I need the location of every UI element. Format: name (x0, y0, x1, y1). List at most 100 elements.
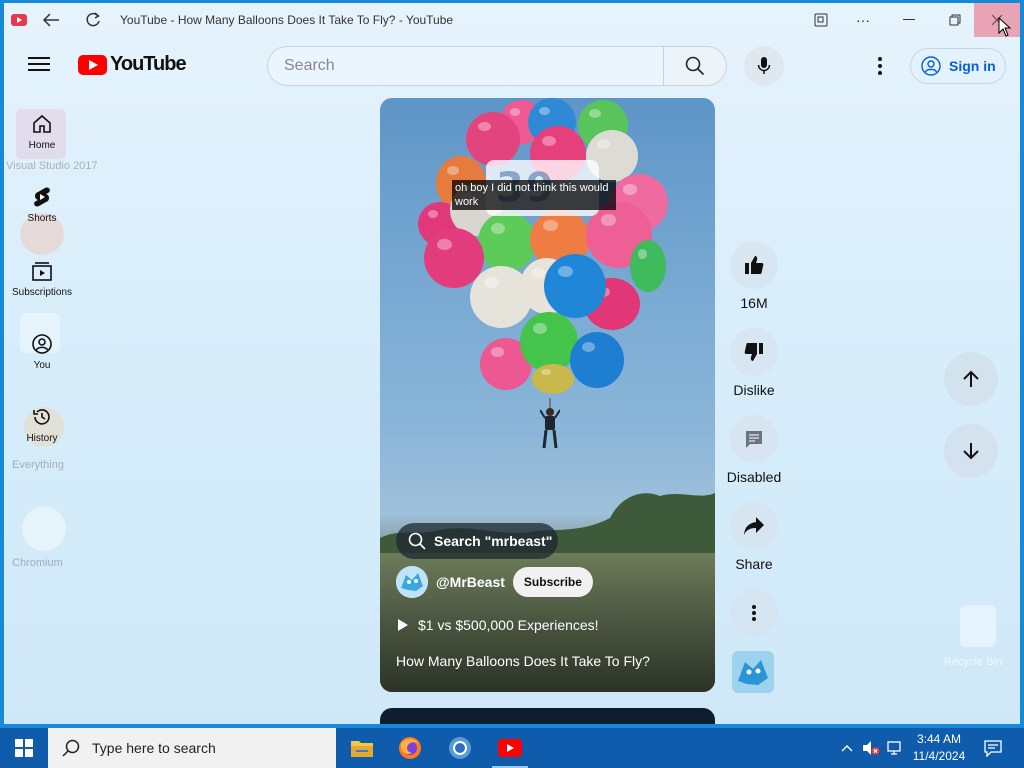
search-suggestion-chip[interactable]: Search "mrbeast" (396, 523, 558, 559)
title-bar: YouTube - How Many Balloons Does It Take… (4, 3, 1020, 37)
hamburger-menu-icon[interactable] (28, 53, 50, 75)
dislike-button[interactable] (730, 328, 778, 376)
taskbar-file-explorer[interactable] (338, 728, 386, 768)
ghost-label: Everything (12, 459, 64, 471)
sidebar-item-history[interactable]: History (4, 406, 80, 444)
taskbar-youtube[interactable] (486, 728, 534, 768)
like-action: 16M (722, 241, 786, 311)
chevron-up-icon (841, 745, 853, 752)
balloon (630, 240, 666, 292)
chromium-icon (449, 737, 471, 759)
history-icon (33, 409, 50, 425)
search-icon (408, 532, 426, 550)
comments-button[interactable] (730, 415, 778, 463)
search-input[interactable] (268, 47, 663, 85)
app-available-icon[interactable] (798, 3, 844, 37)
minimize-button[interactable] (886, 3, 932, 37)
mrbeast-logo-icon (396, 566, 428, 598)
youtube-play-icon (78, 54, 107, 75)
balloon (544, 254, 606, 318)
more-action (722, 589, 786, 637)
settings-more-icon[interactable]: ··· (840, 3, 886, 37)
search-bar (267, 46, 727, 86)
channel-avatar[interactable] (396, 566, 428, 598)
taskbar-clock[interactable]: 3:44 AM 11/4/2024 (906, 731, 972, 765)
channel-row: @MrBeast Subscribe (396, 566, 593, 598)
volume-muted-tray[interactable] (860, 728, 882, 768)
search-icon (62, 739, 80, 757)
browser-window: YouTube - How Many Balloons Does It Take… (0, 0, 1024, 728)
comments-action: Disabled (722, 415, 786, 485)
refresh-icon[interactable] (84, 11, 102, 29)
previous-short-button[interactable] (944, 352, 998, 406)
youtube-header: YouTube Sign in (4, 37, 1020, 95)
ghost-label: Chromium (12, 557, 63, 569)
mouse-cursor-icon (998, 17, 1012, 37)
related-video-link[interactable]: $1 vs $500,000 Experiences! (398, 617, 599, 633)
balloon (466, 112, 520, 166)
taskbar-chromium[interactable] (436, 728, 484, 768)
sidebar-item-shorts[interactable]: Shorts (4, 186, 80, 224)
like-button[interactable] (730, 241, 778, 289)
more-options-icon[interactable] (868, 54, 892, 78)
audio-source-avatar[interactable] (732, 651, 774, 693)
mrbeast-logo-icon (732, 651, 774, 693)
person-figure (540, 398, 560, 449)
balloon (570, 332, 624, 388)
short-title[interactable]: How Many Balloons Does It Take To Fly? (396, 653, 650, 669)
next-short-preview[interactable] (380, 708, 715, 724)
network-icon (887, 741, 901, 755)
sign-in-button[interactable]: Sign in (910, 48, 1006, 84)
search-icon (685, 56, 705, 76)
taskbar: Type here to search 3:44 AM 11/4/2024 (0, 728, 1024, 768)
shorts-icon (34, 187, 50, 207)
thumbs-down-icon (744, 343, 763, 361)
share-icon (744, 517, 764, 535)
home-icon (33, 114, 51, 133)
next-short-button[interactable] (944, 424, 998, 478)
dislike-action: Dislike (722, 328, 786, 398)
arrow-up-icon (963, 370, 979, 387)
thumbs-up-icon (745, 256, 764, 274)
vertical-dots-icon (752, 605, 756, 621)
firefox-icon (399, 737, 421, 759)
sidebar-item-home[interactable]: Home (4, 113, 80, 151)
start-button[interactable] (0, 728, 48, 768)
restore-button[interactable] (932, 3, 978, 37)
show-hidden-icons[interactable] (838, 728, 856, 768)
speaker-muted-icon (863, 741, 880, 755)
search-button[interactable] (663, 47, 726, 85)
back-arrow-icon[interactable] (42, 11, 60, 29)
balloon (532, 364, 574, 394)
youtube-logo[interactable]: YouTube (78, 53, 187, 76)
arrow-down-icon (963, 443, 979, 460)
youtube-app-icon (498, 739, 522, 757)
ghost-recycle-bin-icon (960, 605, 996, 647)
taskbar-firefox[interactable] (386, 728, 434, 768)
play-icon (398, 619, 408, 631)
short-video-player[interactable]: 39 oh boy I did not think this would wor… (380, 98, 715, 692)
channel-name[interactable]: @MrBeast (436, 574, 505, 590)
clock-date: 11/4/2024 (912, 749, 966, 763)
voice-search-button[interactable] (744, 46, 784, 86)
notification-icon (984, 740, 1002, 757)
sidebar-item-you[interactable]: You (4, 333, 80, 371)
action-center[interactable] (980, 728, 1006, 768)
window-title: YouTube - How Many Balloons Does It Take… (120, 13, 454, 27)
clock-time: 3:44 AM (916, 732, 962, 746)
video-caption: oh boy I did not think this would work (452, 180, 616, 210)
sidebar-item-subscriptions[interactable]: Subscriptions (4, 260, 80, 298)
subscribe-button[interactable]: Subscribe (512, 567, 593, 597)
microphone-icon (757, 57, 771, 74)
ghost-desktop-icon (22, 507, 66, 551)
youtube-app-icon (10, 11, 28, 29)
taskbar-search-box[interactable]: Type here to search (48, 728, 336, 768)
share-action: Share (722, 502, 786, 572)
network-tray[interactable] (884, 728, 906, 768)
balloon (478, 212, 536, 272)
more-actions-button[interactable] (730, 589, 778, 637)
share-button[interactable] (730, 502, 778, 550)
windows-logo-icon (15, 739, 33, 757)
ghost-label: Recycle Bin (944, 656, 1003, 668)
close-button[interactable] (974, 3, 1020, 37)
